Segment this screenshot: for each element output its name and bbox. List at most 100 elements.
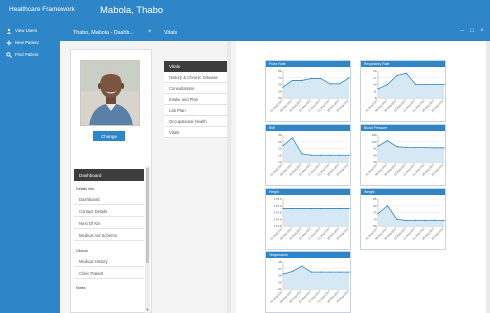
y-tick-label: 80 <box>278 69 282 73</box>
chart-svg: 175.5175.0174.5174.0173.501-Aug-201705-A… <box>269 197 350 241</box>
data-point <box>329 271 331 273</box>
y-tick-label: 14 <box>373 83 377 87</box>
panel-scrollbar-thumb[interactable] <box>146 168 149 263</box>
change-photo-button[interactable]: Change <box>93 131 125 141</box>
data-point <box>282 207 284 210</box>
data-point <box>329 207 331 210</box>
series-area <box>378 205 444 226</box>
y-tick-label: 20 <box>278 147 282 151</box>
data-point <box>338 83 341 85</box>
y-tick-label: 20 <box>373 69 377 73</box>
data-point <box>377 88 379 90</box>
y-tick-label: 70 <box>373 217 377 221</box>
menu-item-medical-aid[interactable]: Medical Aid Scheme <box>74 230 144 241</box>
chart-svg: 383736353401-Aug-201705-Aug-201709-Aug-2… <box>269 260 350 304</box>
data-point <box>320 271 322 273</box>
nav-item-new-patient[interactable]: New Patient <box>6 38 39 47</box>
data-point <box>443 147 445 149</box>
patient-name-heading: Mabola, Thabo <box>100 5 164 16</box>
data-point <box>415 220 417 222</box>
nav-item-view-users[interactable]: View Users <box>6 26 37 35</box>
y-tick-label: 175.0 <box>274 204 282 208</box>
tab-patient-dashboard[interactable]: Thabo, Mabola - Dashb... <box>73 27 134 38</box>
data-point <box>405 220 407 222</box>
menu-item-clinic-patient[interactable]: Clinic Patient <box>74 268 144 279</box>
data-point <box>405 72 407 74</box>
y-tick-label: 37 <box>278 267 282 271</box>
series-area <box>283 137 349 162</box>
menu-item-medical-history[interactable]: Medical History <box>74 256 144 267</box>
y-tick-label: 30 <box>278 133 282 137</box>
maximize-icon[interactable]: □ <box>468 27 476 36</box>
y-tick-label: 15 <box>278 153 282 157</box>
tab-vitals[interactable]: Vitals <box>164 27 177 38</box>
patient-panel: Change Dashboard Details Info Dashboard … <box>70 49 152 313</box>
data-point <box>310 207 312 210</box>
y-tick-label: 85 <box>373 197 377 201</box>
y-tick-label: 150 <box>371 133 376 137</box>
vitals-menu-item-history[interactable]: History & Chronic Disease <box>164 72 228 83</box>
series-area <box>283 266 349 289</box>
data-point <box>424 83 426 86</box>
data-point <box>443 220 445 222</box>
y-tick-label: 25 <box>278 140 282 144</box>
vitals-menu-scrollbar[interactable] <box>227 41 231 313</box>
y-tick-label: 60 <box>278 83 282 87</box>
data-point <box>377 213 379 215</box>
page-scrollbar[interactable] <box>486 41 490 313</box>
data-point <box>310 154 312 156</box>
chart-svg: 302520151001-Aug-201705-Aug-201709-Aug-2… <box>269 133 350 177</box>
dashboard-header: Dashboard <box>74 169 144 181</box>
chart-svg: 858075706501-Aug-201705-Aug-201709-Aug-2… <box>364 197 445 241</box>
data-point <box>386 140 389 142</box>
chart-temperature: Temperature 38 37 36 35 34 01-Aug-2017 05-Aug-… <box>265 251 351 313</box>
tab-label: Vitals <box>164 29 178 36</box>
series-area <box>283 208 349 226</box>
data-point <box>320 207 322 210</box>
data-point <box>338 271 341 273</box>
chart-respiratory-rate: Respiratory Rate 20 17 14 11 8 01-Aug-2017 05-… <box>360 60 446 122</box>
chart-svg: 807060504001-Aug-201705-Aug-201709-Aug-2… <box>269 69 350 113</box>
y-tick-label: 174.0 <box>274 217 282 221</box>
data-point <box>433 220 436 222</box>
minimize-icon[interactable]: – <box>458 27 466 36</box>
nav-item-find-patient[interactable]: Find Patient <box>6 50 38 59</box>
section-label-clinical: Clinical <box>76 249 88 253</box>
tab-close-icon[interactable]: × <box>148 26 152 37</box>
data-point <box>348 77 350 79</box>
charts-area: Pulse Rate 80 70 60 50 40 01-Aug-2017 05-Aug-2… <box>236 41 490 313</box>
data-point <box>396 218 398 220</box>
chart-svg: 20171411801-Aug-201705-Aug-201709-Aug-20… <box>364 69 445 113</box>
nav-item-label: New Patient <box>15 40 39 45</box>
close-window-icon[interactable]: × <box>478 27 486 36</box>
y-tick-label: 90 <box>373 147 377 151</box>
data-point <box>291 79 294 82</box>
data-point <box>301 207 303 210</box>
patient-photo <box>80 60 140 126</box>
nav-item-label: Find Patient <box>15 52 39 57</box>
data-point <box>310 77 312 80</box>
data-point <box>443 83 445 86</box>
vitals-menu-item-intake-plan[interactable]: Intake and Plan <box>164 94 228 105</box>
tab-label: Thabo, Mabola - Dashb... <box>73 29 134 36</box>
vitals-menu-item-consultations[interactable]: Consultations <box>164 83 228 94</box>
vitals-menu-item-occupational-health[interactable]: Occupational Health <box>164 116 228 127</box>
menu-item-dashboard[interactable]: Dashboard <box>74 194 144 205</box>
vitals-menu-item-lab-plan[interactable]: Lab Plan <box>164 105 228 116</box>
data-point <box>433 147 436 149</box>
chart-svg: 15012090603001-Aug-201705-Aug-201709-Aug… <box>364 133 445 177</box>
data-point <box>301 79 303 82</box>
series-area <box>378 73 444 98</box>
menu-item-next-of-kin[interactable]: Next Of Kin <box>74 218 144 229</box>
data-point <box>424 220 426 222</box>
data-point <box>338 154 341 156</box>
menu-item-contact-details[interactable]: Contact Details <box>74 206 144 217</box>
y-tick-label: 80 <box>373 204 377 208</box>
y-tick-label: 50 <box>278 89 282 93</box>
vitals-menu-item-vitals[interactable]: Vitals <box>164 127 228 138</box>
scroll-down-arrow-icon[interactable]: ▼ <box>145 307 150 313</box>
data-point <box>415 83 417 86</box>
data-point <box>377 145 379 147</box>
app-window: Healthcare Framework Mabola, Thabo View … <box>0 0 490 313</box>
chart-pulse-rate: Pulse Rate 80 70 60 50 40 01-Aug-2017 05-Aug-2… <box>265 60 351 122</box>
